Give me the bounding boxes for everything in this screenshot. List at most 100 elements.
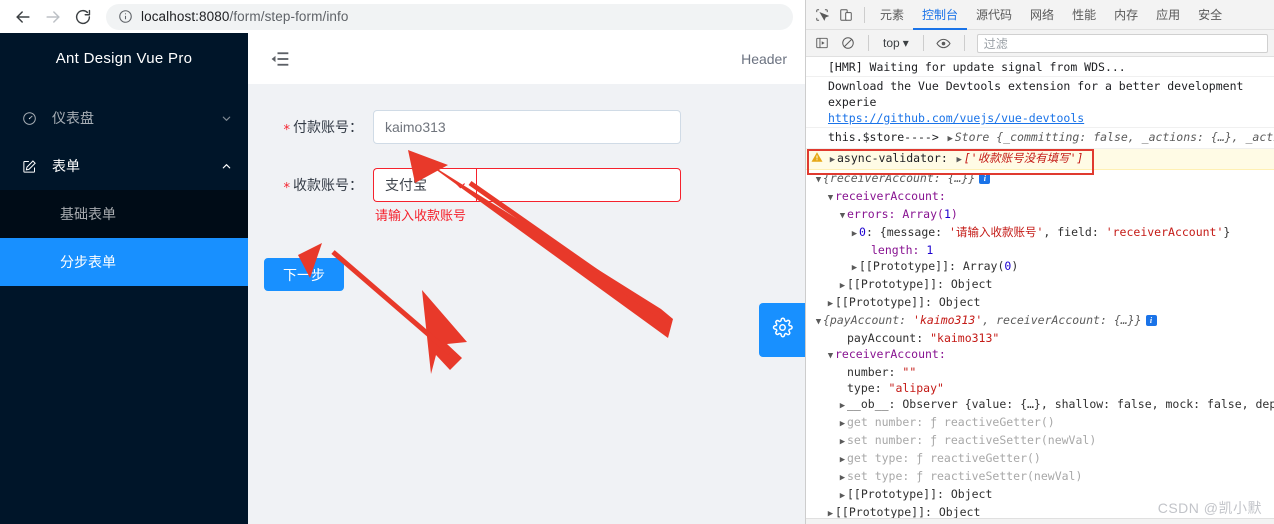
forward-button[interactable]: [38, 2, 68, 32]
warning-label: async-validator:: [837, 151, 948, 165]
devtools-tabbar: 元素 控制台 源代码 网络 性能 内存 应用 安全: [806, 0, 1274, 30]
chevron-down-icon[interactable]: [221, 113, 232, 124]
expand-triangle-icon[interactable]: ▶: [828, 152, 837, 168]
receiver-account-field: 支付宝 请输入收款账号: [373, 168, 681, 224]
form-edit-icon: [22, 159, 44, 174]
console-object-text: {payAccount: 'kaimo313', receiverAccount…: [823, 313, 1142, 327]
expand-triangle-icon[interactable]: ▶: [946, 131, 955, 147]
account-type-value: 支付宝: [385, 177, 427, 193]
divider: [963, 35, 965, 51]
console-object-row: ▼ {receiverAccount: {…}} i: [806, 170, 1274, 188]
account-type-select[interactable]: 支付宝: [373, 168, 476, 202]
divider: [868, 35, 869, 51]
console-object-row: ▼ errors: Array(1): [806, 206, 1274, 224]
device-toolbar-icon[interactable]: [834, 3, 858, 27]
chevron-up-icon[interactable]: [221, 161, 232, 172]
expand-triangle-icon[interactable]: ▶: [838, 416, 847, 432]
menu-fold-icon[interactable]: [270, 49, 290, 69]
console-object-row: ▶ [[Prototype]]: Object: [806, 276, 1274, 294]
info-circle-icon[interactable]: [118, 9, 133, 24]
tab-security[interactable]: 安全: [1189, 0, 1231, 30]
expand-triangle-icon[interactable]: ▶: [838, 452, 847, 468]
console-object-text: __ob__: Observer {value: {…}, shallow: f…: [847, 397, 1274, 411]
tab-network[interactable]: 网络: [1021, 0, 1063, 30]
console-object-text: type: "alipay": [847, 381, 944, 395]
sidebar-item-basic-form[interactable]: 基础表单: [0, 190, 248, 238]
console-filter-input[interactable]: 过滤: [976, 33, 1268, 53]
gear-icon: [772, 317, 793, 343]
object-tree: ▼ {receiverAccount: {…}} i ▼ receiverAccount…: [806, 170, 1274, 522]
back-button[interactable]: [8, 2, 38, 32]
next-step-button[interactable]: 下一步: [264, 258, 344, 291]
expand-triangle-icon[interactable]: ▶: [838, 398, 847, 414]
tab-application[interactable]: 应用: [1147, 0, 1189, 30]
vue-devtools-link[interactable]: https://github.com/vuejs/vue-devtools: [828, 111, 1084, 125]
setting-drawer-button[interactable]: [759, 303, 805, 357]
expand-triangle-icon[interactable]: ▶: [838, 278, 847, 294]
collapse-triangle-icon[interactable]: ▼: [838, 208, 847, 224]
collapse-triangle-icon[interactable]: ▼: [814, 314, 823, 330]
sidebar-item-dashboard[interactable]: 仪表盘: [0, 94, 248, 142]
console-object-text: length: 1: [871, 243, 934, 257]
console-line-store: this.$store----> ▶ Store {_committing: fa…: [806, 128, 1274, 149]
console-line-warning: ▶ async-validator: ▶ ['收款账号没有填写']: [806, 149, 1274, 175]
sidebar-item-form[interactable]: 表单: [0, 142, 248, 190]
eye-icon[interactable]: [932, 31, 956, 55]
form-row-receiver-account: * 收款账号： 支付宝 请输入收款账号: [248, 168, 805, 224]
expand-triangle-icon[interactable]: ▶: [838, 434, 847, 450]
collapse-triangle-icon[interactable]: ▼: [826, 348, 835, 364]
pay-account-input[interactable]: [373, 110, 681, 144]
watermark: CSDN @凯小默: [1157, 500, 1262, 516]
store-value: Store {_committing: false, _actions: {…}…: [954, 130, 1274, 144]
warning-icon: [811, 151, 823, 167]
console-sidebar-icon[interactable]: [810, 31, 834, 55]
expand-triangle-icon[interactable]: ▶: [955, 152, 964, 168]
warning-value: ['收款账号没有填写']: [963, 151, 1084, 165]
chevron-down-icon[interactable]: [454, 179, 467, 192]
execution-context-select[interactable]: top ▾: [877, 36, 915, 50]
expand-triangle-icon[interactable]: ▶: [838, 488, 847, 504]
main-content: Header *付款账号： *收款账号：: [248, 33, 805, 524]
expand-triangle-icon[interactable]: ▶: [826, 296, 835, 312]
receiver-account-input[interactable]: [476, 168, 681, 202]
reload-button[interactable]: [68, 2, 98, 32]
info-badge-icon[interactable]: i: [1145, 315, 1157, 326]
info-badge-icon[interactable]: i: [979, 173, 991, 184]
receiver-account-label: * 收款账号：: [248, 168, 373, 204]
collapse-triangle-icon[interactable]: ▼: [826, 190, 835, 206]
expand-triangle-icon[interactable]: ▶: [850, 260, 859, 276]
form-row-pay-account: * 付款账号：: [248, 110, 805, 146]
console-object-row: ▼ receiverAccount:: [806, 188, 1274, 206]
console-object-text: receiverAccount:: [835, 347, 946, 361]
sidebar-item-step-form[interactable]: 分步表单: [0, 238, 248, 286]
tab-memory[interactable]: 内存: [1105, 0, 1147, 30]
required-mark: *: [283, 123, 291, 138]
sidebar: Ant Design Vue Pro 仪表盘 表单 基础表单 分步表单: [0, 33, 248, 524]
console-object-row: length: 1: [806, 242, 1274, 258]
console-line-devtools-hint: Download the Vue Devtools extension for …: [806, 77, 1274, 128]
inspect-element-icon[interactable]: [810, 3, 834, 27]
receiver-account-group: 支付宝: [373, 168, 681, 202]
tab-console[interactable]: 控制台: [913, 0, 967, 30]
divider: [922, 35, 924, 51]
divider: [864, 6, 865, 23]
url-text: localhost:8080/form/step-form/info: [141, 9, 349, 24]
tab-performance[interactable]: 性能: [1063, 0, 1105, 30]
console-object-row: payAccount: "kaimo313": [806, 330, 1274, 346]
expand-triangle-icon[interactable]: ▶: [850, 226, 859, 242]
clear-console-icon[interactable]: [836, 31, 860, 55]
required-mark: *: [283, 181, 291, 196]
execution-context-value: top: [883, 36, 900, 50]
tab-elements[interactable]: 元素: [871, 0, 913, 30]
tab-sources[interactable]: 源代码: [967, 0, 1021, 30]
expand-triangle-icon[interactable]: ▶: [838, 470, 847, 486]
console-object-text: 0: {message: '请输入收款账号', field: 'receiver…: [859, 225, 1231, 239]
console-object-row: ▶ [[Prototype]]: Array(0): [806, 258, 1274, 276]
console-line-hmr: [HMR] Waiting for update signal from WDS…: [806, 58, 1274, 77]
sidebar-item-label: 仪表盘: [52, 110, 94, 126]
pay-account-label: * 付款账号：: [248, 110, 373, 146]
console-object-row: ▶ get number: ƒ reactiveGetter(): [806, 414, 1274, 432]
screen: localhost:8080/form/step-form/info Ant D…: [0, 0, 1274, 524]
collapse-triangle-icon[interactable]: ▼: [814, 172, 823, 188]
address-bar[interactable]: localhost:8080/form/step-form/info: [106, 3, 793, 30]
